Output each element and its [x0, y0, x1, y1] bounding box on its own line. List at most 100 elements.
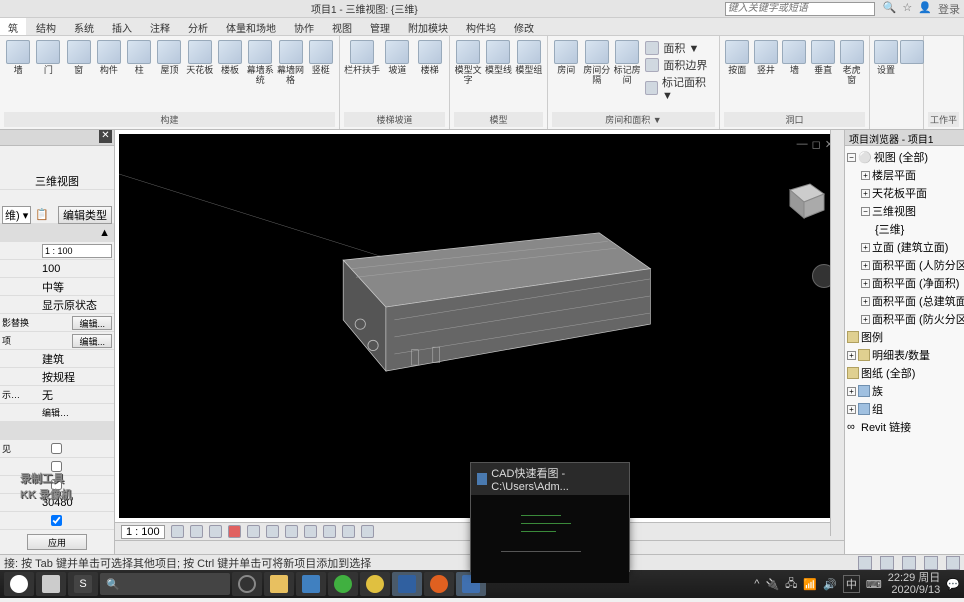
sb-icon-5[interactable] — [247, 525, 260, 538]
tool-railing[interactable]: 栏杆扶手 — [344, 38, 380, 76]
sr-icon-3[interactable] — [902, 556, 916, 570]
sb-icon-11[interactable] — [361, 525, 374, 538]
tree-area1[interactable]: +面积平面 (人防分区 — [847, 256, 962, 274]
tree-groups[interactable]: +组 — [847, 400, 962, 418]
tree-sheets[interactable]: 图纸 (全部) — [847, 364, 962, 382]
num-val[interactable]: 30480 — [42, 497, 112, 509]
tool-curtgrid[interactable]: 幕墙网格 — [276, 38, 304, 86]
tool-vert[interactable]: 垂直 — [810, 38, 837, 76]
vertical-scrollbar[interactable] — [830, 130, 844, 536]
tree-floorplan[interactable]: +楼层平面 — [847, 166, 962, 184]
tree-ceilplan[interactable]: +天花板平面 — [847, 184, 962, 202]
view-cube[interactable] — [780, 174, 828, 222]
tool-mullion[interactable]: 竖梃 — [307, 38, 335, 76]
three-select[interactable]: 维) ▾ — [2, 206, 31, 224]
login-link[interactable]: 登录 — [938, 1, 960, 17]
tab-view[interactable]: 视图 — [324, 18, 360, 35]
scale-input[interactable] — [42, 244, 112, 258]
tree-root[interactable]: −⚪视图 (全部) — [847, 148, 962, 166]
tool-ramp[interactable]: 坡道 — [382, 38, 412, 76]
tray-vol-icon[interactable]: 🔊 — [823, 578, 837, 591]
favorite-icon[interactable]: ☆ — [902, 1, 912, 17]
tool-door[interactable]: 门 — [34, 38, 62, 76]
tb-folder[interactable] — [264, 572, 294, 596]
help-search[interactable] — [725, 2, 875, 16]
tool-dormer[interactable]: 老虎窗 — [838, 38, 865, 86]
tool-settings[interactable]: 设置 — [874, 38, 898, 76]
viewport-3d[interactable]: — ◻ ✕ — [119, 134, 840, 518]
tab-systems[interactable]: 系统 — [66, 18, 102, 35]
tool-component[interactable]: 构件 — [95, 38, 123, 76]
tool-mgroup[interactable]: 模型组 — [515, 38, 543, 76]
tool-column[interactable]: 柱 — [125, 38, 153, 76]
edit-type-btn[interactable]: 编辑类型 — [58, 206, 112, 224]
tool-stair[interactable]: 楼梯 — [415, 38, 445, 76]
sb-icon-6[interactable] — [266, 525, 279, 538]
sr-icon-5[interactable] — [946, 556, 960, 570]
tool-roof[interactable]: 屋顶 — [155, 38, 183, 76]
tab-collaborate[interactable]: 协作 — [286, 18, 322, 35]
detail-val[interactable]: 中等 — [42, 279, 112, 295]
vp-min-icon[interactable]: — — [797, 138, 808, 151]
chk-4[interactable] — [51, 515, 62, 526]
tray-usb-icon[interactable]: 🔌 — [765, 578, 779, 591]
tool-room[interactable]: 房间 — [552, 38, 580, 76]
tool-curtsys[interactable]: 幕墙系统 — [246, 38, 274, 86]
tool-roomsep[interactable]: 房间分隔 — [582, 38, 610, 86]
tb-app-2[interactable]: S — [68, 572, 98, 596]
tool-window[interactable]: 窗 — [65, 38, 93, 76]
status-val[interactable]: 显示原状态 — [42, 297, 112, 313]
tree-schedules[interactable]: +明细表/数量 — [847, 346, 962, 364]
tb-store[interactable] — [296, 572, 326, 596]
sr-icon-1[interactable] — [858, 556, 872, 570]
tab-addins[interactable]: 附加模块 — [400, 18, 456, 35]
search-icon[interactable]: 🔍 — [883, 1, 897, 17]
tab-component[interactable]: 构件坞 — [458, 18, 504, 35]
tool-wall[interactable]: 墙 — [4, 38, 32, 76]
tray-kb-icon[interactable]: ⌨ — [866, 578, 882, 591]
tb-app-yellow[interactable] — [360, 572, 390, 596]
tool-area[interactable]: 面积 ▼ — [645, 40, 713, 56]
tray-clock[interactable]: 22:29 周日 2020/9/13 — [888, 572, 941, 596]
tab-insert[interactable]: 插入 — [104, 18, 140, 35]
tray-ime[interactable]: 中 — [843, 575, 860, 593]
tree-3d[interactable]: {三维} — [847, 220, 962, 238]
sb-icon-7[interactable] — [285, 525, 298, 538]
tool-mline[interactable]: 模型线 — [484, 38, 512, 76]
chk-3[interactable] — [51, 479, 62, 490]
apply-btn[interactable]: 应用 — [27, 534, 87, 550]
tree-area4[interactable]: +面积平面 (防火分区 — [847, 310, 962, 328]
tool-byface[interactable]: 按面 — [724, 38, 751, 76]
sb-icon-3[interactable] — [209, 525, 222, 538]
tb-cortana[interactable] — [232, 572, 262, 596]
tree-3dviews[interactable]: −三维视图 — [847, 202, 962, 220]
sr-icon-2[interactable] — [880, 556, 894, 570]
tb-app-orange[interactable] — [424, 572, 454, 596]
tray-notif-icon[interactable]: 💬 — [946, 578, 960, 591]
tb-app-1[interactable] — [36, 572, 66, 596]
taskbar-search[interactable]: 🔍 — [100, 573, 230, 595]
chk-1[interactable] — [51, 443, 62, 454]
tool-areabnd[interactable]: 面积边界 — [645, 57, 713, 73]
tool-areatag[interactable]: 标记面积 ▼ — [645, 74, 713, 102]
expand-icon[interactable]: ▲ — [99, 227, 110, 239]
tool-roomtag[interactable]: 标记房间 — [613, 38, 641, 86]
discipline-val[interactable]: 建筑 — [42, 351, 112, 367]
tb-revit[interactable] — [392, 572, 422, 596]
edit-btn-1[interactable]: 编辑... — [72, 316, 112, 330]
tool-ceiling[interactable]: 天花板 — [186, 38, 214, 76]
sb-icon-1[interactable] — [171, 525, 184, 538]
edit-btn-2[interactable]: 编辑... — [72, 334, 112, 348]
chk-2[interactable] — [51, 461, 62, 472]
sb-scale[interactable]: 1 : 100 — [121, 525, 165, 539]
tool-shaft[interactable]: 竖井 — [753, 38, 780, 76]
tree-area2[interactable]: +面积平面 (净面积) — [847, 274, 962, 292]
tray-up-icon[interactable]: ^ — [754, 578, 759, 590]
vp-max-icon[interactable]: ◻ — [812, 138, 821, 151]
tree-legends[interactable]: 图例 — [847, 328, 962, 346]
tool-refplane[interactable] — [900, 38, 924, 64]
tree-area3[interactable]: +面积平面 (总建筑面 — [847, 292, 962, 310]
tree-families[interactable]: +族 — [847, 382, 962, 400]
sr-icon-4[interactable] — [924, 556, 938, 570]
sb-icon-10[interactable] — [342, 525, 355, 538]
